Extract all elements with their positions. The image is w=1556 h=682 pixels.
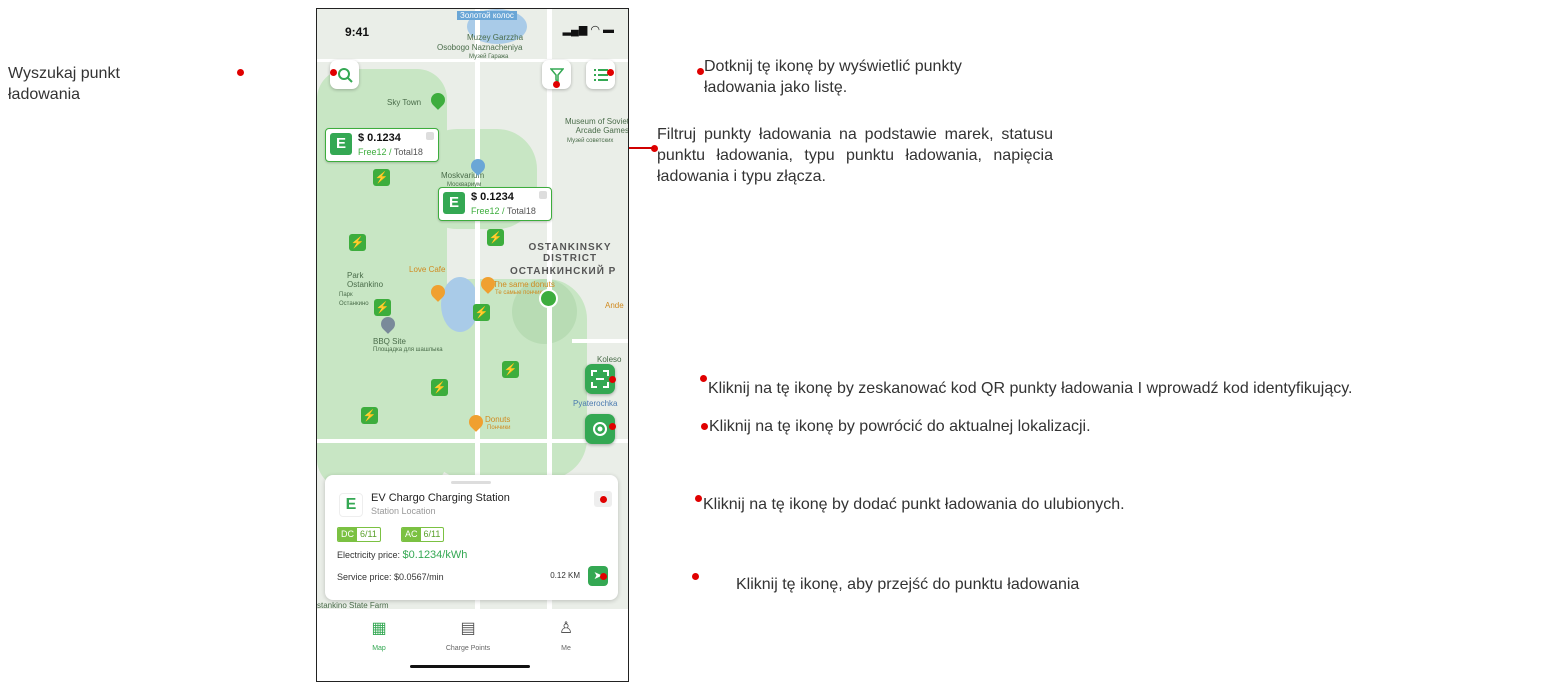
annotation-dot-scan [700,375,707,382]
map-label: Музей Гаража [469,54,509,60]
marker-dot-navigate [600,573,607,580]
map-district-label: OSTANKINSKY DISTRICT [528,242,612,264]
annotation-locate: Kliknij na tę ikonę by powrócić do aktua… [709,418,1091,435]
annotation-dot-locate [701,423,708,430]
marker-dot-search [330,69,337,76]
charger-pin-icon[interactable]: ⚡ [431,379,448,396]
charger-pin-icon[interactable]: ⚡ [361,407,378,424]
marker-dot-filter [553,81,560,88]
current-location-icon [539,289,558,308]
station-price-bubble[interactable]: E $ 0.1234 Free12 / Total18 [325,128,439,162]
map-label: Площадка для шашлыка [373,347,443,353]
station-name: EV Chargo Charging Station [371,492,510,504]
marker-dot-scan [609,376,616,383]
map-road [572,339,628,343]
ac-label: AC [402,528,421,541]
map-label: Park Ostankino [347,271,384,289]
map-label: BBQ Site [373,337,406,346]
charger-pin-icon[interactable]: ⚡ [502,361,519,378]
tab-label: Charge Points [445,645,491,652]
locate-icon [593,422,607,436]
map-road [317,439,628,443]
map-district-label: ОСТАНКИНСКИЙ Р [510,266,617,277]
scan-icon [591,370,609,388]
station-distance: 0.12 KM [550,571,580,580]
home-indicator [410,665,530,668]
list-icon [593,68,608,81]
annotation-dot-navigate [692,573,699,580]
map-label: Museum of Soviet Arcade Games [564,117,628,135]
map-label: Ande [605,301,624,310]
map-label: Музей советских [567,138,614,144]
marker-dot-locate [609,423,616,430]
annotation-navigate: Kliknij tę ikonę, aby przejść do punktu … [736,576,1080,593]
marker-dot-list [607,69,614,76]
electricity-price: Electricity price: $0.1234/kWh [337,549,468,561]
favorite-icon [426,132,434,140]
status-bar: 9:41 ▂▄▆ ◠ ▬ [317,9,628,49]
station-logo-icon: E [330,133,352,155]
favorite-icon [539,191,547,199]
search-icon [337,67,353,83]
charger-pin-icon[interactable]: ⚡ [487,229,504,246]
map-label: Те самые пончики [495,290,546,296]
station-price-bubble[interactable]: E $ 0.1234 Free12 / Total18 [438,187,552,221]
map-label: Koleso [597,355,622,364]
annotation-scan: Kliknij na tę ikonę by zeskanować kod QR… [708,380,1353,397]
map-icon: ▦ [371,620,387,637]
annotation-dot-list [697,68,704,75]
station-logo-icon: E [443,192,465,214]
charger-pin-icon[interactable]: ⚡ [473,304,490,321]
map-label: Donuts [485,415,511,424]
charger-pin-icon[interactable]: ⚡ [373,169,390,186]
bubble-price: $ 0.1234 [471,191,514,203]
annotation-list: Dotknij tę ikonę by wyświetlić punkty ła… [704,58,962,96]
dc-availability-tag: DC 6/11 [337,527,381,542]
bubble-price: $ 0.1234 [358,132,401,144]
map-label: Love Cafe [409,265,446,274]
status-icons: ▂▄▆ ◠ ▬ [562,24,614,36]
station-logo-icon: E [339,493,363,517]
dc-label: DC [338,528,357,541]
station-location: Station Location [371,506,436,516]
map-label: Пончики [487,425,511,431]
ac-value: 6/11 [423,529,441,539]
ac-availability-tag: AC 6/11 [401,527,445,542]
bubble-availability: Free12 / Total18 [358,147,423,157]
charger-pin-icon[interactable]: ⚡ [349,234,366,251]
phone-screen: Золотой колос Muzey Garzzha Osobogo Nazn… [316,8,629,682]
annotation-filter: Filtruj punkty ładowania na podstawie ma… [657,126,1053,185]
map-label: Парк Останкино [339,292,369,307]
charger-icon: ▤ [460,620,476,637]
map-label: Sky Town [387,98,422,107]
map-label: Pyaterochka [573,399,618,408]
tab-charge-points[interactable]: ▤ Charge Points [428,619,508,652]
tab-label: Map [372,645,386,652]
person-icon: ♙ [558,620,574,637]
status-time: 9:41 [345,25,370,39]
service-price: Service price: $0.0567/min [337,572,444,582]
tab-map[interactable]: ▦ Map [339,619,419,652]
bubble-availability: Free12 / Total18 [471,206,536,216]
map-label: The same donuts [493,280,555,289]
card-drag-handle[interactable] [451,481,491,484]
annotation-dot-favorite [695,495,702,502]
annotation-dot-search [237,69,244,76]
tab-me[interactable]: ♙ Me [526,619,606,652]
tab-bar: ▦ Map ▤ Charge Points ♙ Me [317,609,628,681]
tab-label: Me [561,645,571,652]
annotation-search: Wyszukaj punkt ładowania [8,65,120,103]
map-label: stankino State Farm [317,601,389,609]
charger-pin-icon[interactable]: ⚡ [374,299,391,316]
dc-value: 6/11 [360,529,377,539]
filter-icon [549,67,564,82]
station-card[interactable]: E EV Chargo Charging Station Station Loc… [325,475,618,600]
annotation-favorite: Kliknij na tę ikonę by dodać punkt ładow… [703,496,1125,513]
marker-dot-favorite [600,496,607,503]
